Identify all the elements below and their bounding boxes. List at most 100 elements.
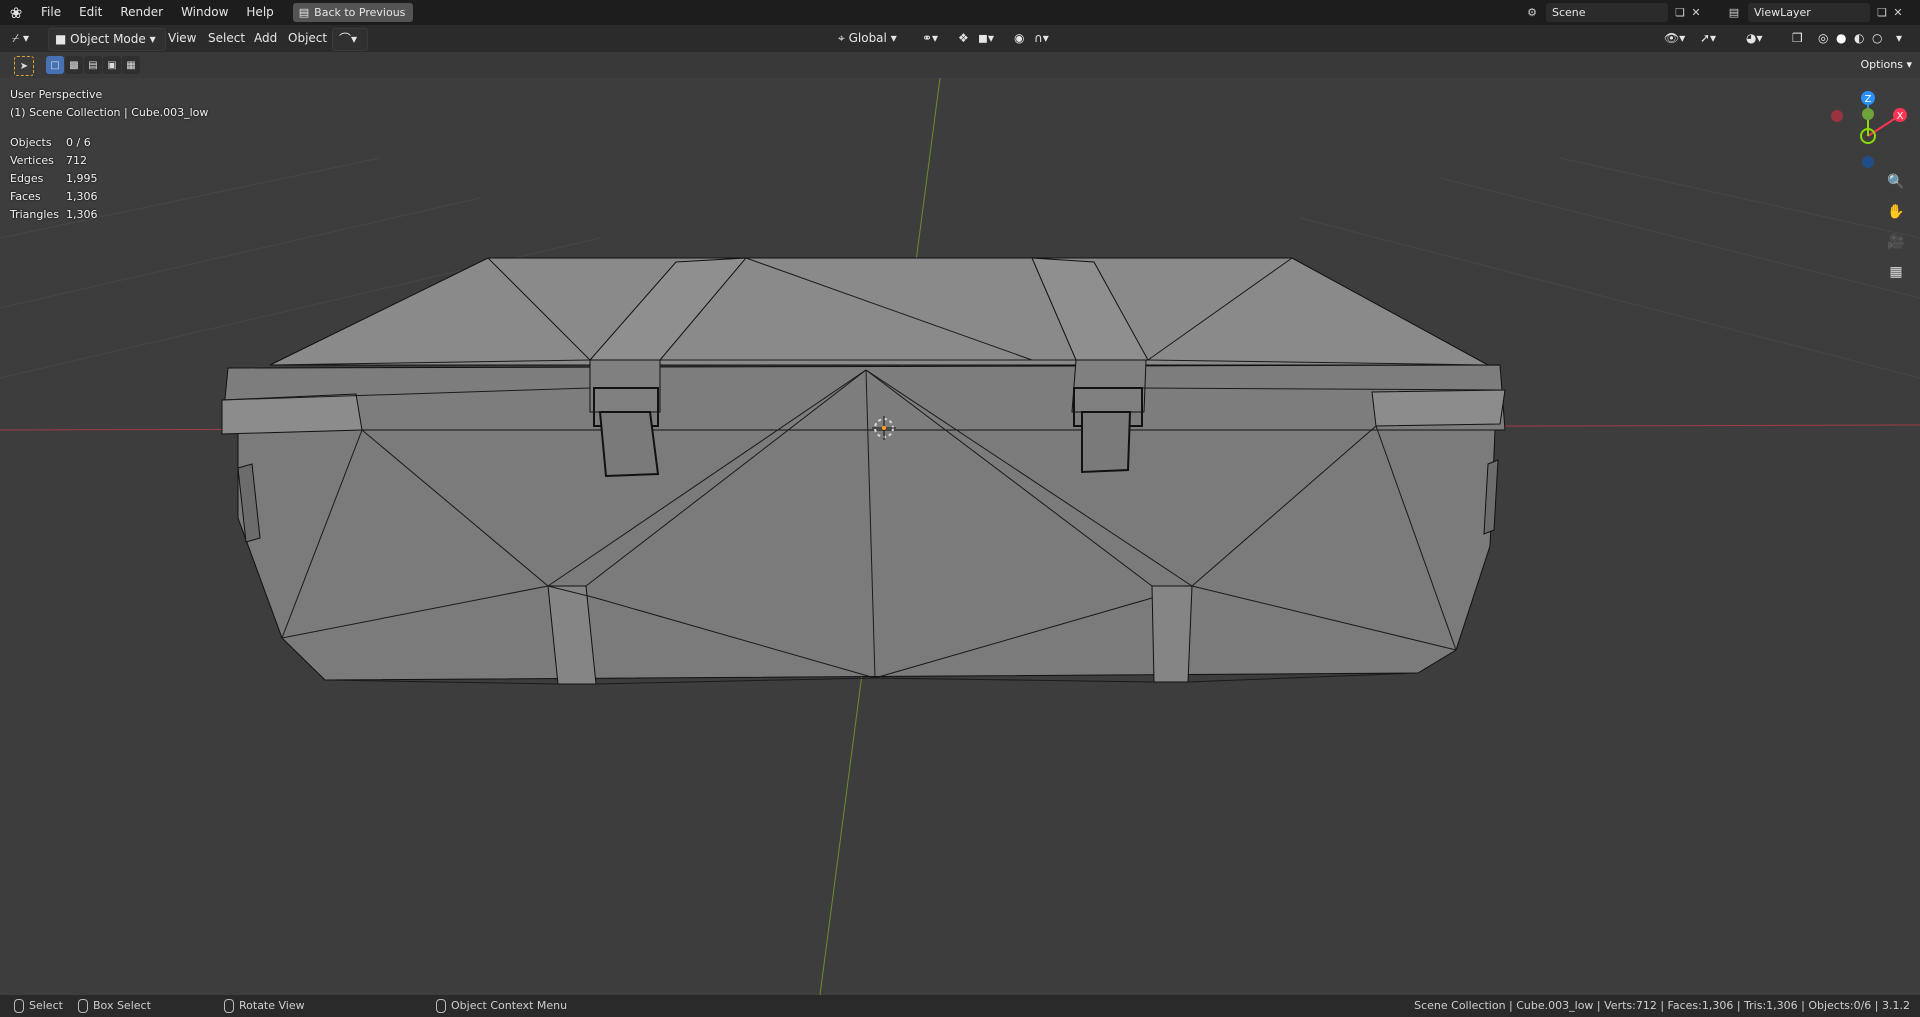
zoom-icon[interactable]: 🔍 (1884, 170, 1908, 194)
menu-add[interactable]: Add (254, 28, 277, 49)
menu-edit[interactable]: Edit (70, 0, 111, 25)
mouse-middle-icon (224, 999, 234, 1013)
snap-target-dropdown[interactable]: ◼▾ (978, 28, 994, 49)
shading-options-dropdown[interactable]: ▾ (1896, 28, 1902, 49)
stat-value: 712 (66, 154, 87, 167)
stat-label: Vertices (10, 154, 54, 167)
mode-difference-icon[interactable]: ▣ (103, 56, 121, 74)
object-mode-icon: ■ (55, 32, 67, 46)
viewport-header: ⌿ ▾ ■ Object Mode ▾ View Select Add Obje… (0, 25, 1920, 52)
menu-object[interactable]: Object (288, 28, 327, 49)
xray-toggle-icon[interactable]: ❒ (1792, 28, 1803, 49)
top-bar: ❀ File Edit Render Window Help ▤ Back to… (0, 0, 1920, 25)
3d-viewport[interactable]: User Perspective (1) Scene Collection | … (0, 78, 1920, 995)
chevron-down-icon: ▾ (890, 31, 897, 45)
mouse-left-icon (14, 999, 24, 1013)
transform-orientation-dropdown[interactable]: ⌖ Global ▾ (838, 28, 897, 49)
options-dropdown[interactable]: Options ▾ (1861, 58, 1912, 71)
overlay-toggle-icon[interactable]: ◕▾ (1746, 28, 1763, 49)
proportional-edit-icon[interactable]: ◉ (1014, 28, 1024, 49)
grid-perspective-icon[interactable]: ▦ (1884, 260, 1908, 284)
mouse-drag-icon (78, 999, 88, 1013)
menu-render[interactable]: Render (111, 0, 172, 25)
mouse-right-icon (436, 999, 446, 1013)
mode-set-icon[interactable]: □ (46, 56, 64, 74)
camera-icon[interactable]: 🎥 (1884, 230, 1908, 254)
status-rotate-view: Rotate View (224, 995, 305, 1017)
solid-shading-icon[interactable]: ● (1836, 28, 1846, 49)
select-box-tool-icon[interactable]: ➤ (14, 56, 34, 76)
stat-vertices: Vertices 712 (10, 152, 98, 170)
gizmo-neg-z-handle[interactable] (1862, 156, 1874, 168)
stat-objects: Objects 0 / 6 (10, 134, 98, 152)
visibility-dropdown[interactable]: 👁▾ (1664, 28, 1685, 49)
stat-value: 1,995 (66, 172, 98, 185)
mode-label: Object Mode (70, 32, 146, 46)
new-scene-icon[interactable]: ❏ (1672, 5, 1688, 21)
stat-label: Faces (10, 190, 41, 203)
tool-settings-bar: ➤ □ ▩ ▤ ▣ ▦ Options ▾ (0, 52, 1920, 78)
blender-logo-icon[interactable]: ❀ (0, 4, 32, 22)
view-layer-selector: ▤ ViewLayer ❏ ✕ (1726, 3, 1906, 22)
status-box-select-label: Box Select (93, 999, 151, 1012)
status-select-label: Select (29, 999, 63, 1012)
back-to-previous-button[interactable]: ▤ Back to Previous (292, 3, 414, 22)
status-context-menu: Object Context Menu (436, 995, 567, 1017)
gizmo-z-label: Z (1865, 94, 1872, 105)
scene-selector: ⚙ Scene ❏ ✕ (1524, 3, 1704, 22)
collection-label: (1) Scene Collection | Cube.003_low (10, 106, 209, 119)
chevron-down-icon: ▾ (149, 32, 156, 46)
scene-statistics: Objects 0 / 6 Vertices 712 Edges 1,995 Face… (10, 134, 98, 224)
orientation-icon: ⌖ (838, 31, 845, 45)
view-layer-name-field[interactable]: ViewLayer (1748, 3, 1870, 22)
gizmo-y-handle[interactable] (1862, 108, 1874, 120)
mode-intersect-icon[interactable]: ▦ (122, 56, 140, 74)
stat-value: 1,306 (66, 190, 98, 203)
pan-hand-icon[interactable]: ✋ (1884, 200, 1908, 224)
snap-toggle-icon[interactable]: ❖ (958, 28, 969, 49)
delete-scene-icon[interactable]: ✕ (1688, 5, 1704, 21)
gizmo-neg-x-handle[interactable] (1831, 110, 1843, 122)
back-to-previous-label: Back to Previous (314, 6, 406, 19)
menu-view[interactable]: View (168, 28, 196, 49)
chest-mesh (221, 257, 1506, 685)
wireframe-shading-icon[interactable]: ◎ (1818, 28, 1828, 49)
stat-label: Triangles (10, 208, 59, 221)
mode-extend-icon[interactable]: ▩ (65, 56, 83, 74)
scene-type-icon[interactable]: ⚙ (1524, 5, 1540, 21)
navigation-gizmo[interactable]: Z X (1820, 90, 1910, 170)
menu-help[interactable]: Help (237, 0, 282, 25)
orientation-label: Global (848, 31, 887, 45)
mode-subtract-icon[interactable]: ▤ (84, 56, 102, 74)
editor-type-dropdown[interactable]: ⌿ ▾ (12, 28, 29, 49)
back-icon: ▤ (298, 6, 310, 19)
status-select: Select (14, 995, 63, 1017)
stat-label: Edges (10, 172, 44, 185)
menu-file[interactable]: File (32, 0, 70, 25)
status-info: Scene Collection | Cube.003_low | Verts:… (1414, 999, 1910, 1012)
perspective-label: User Perspective (10, 88, 103, 101)
stat-value: 1,306 (66, 208, 98, 221)
mode-dropdown[interactable]: ■ Object Mode ▾ (48, 28, 166, 51)
stat-triangles: Triangles 1,306 (10, 206, 98, 224)
delete-view-layer-icon[interactable]: ✕ (1890, 5, 1906, 21)
gpencil-dropdown[interactable]: ⌒▾ (332, 28, 368, 51)
gizmo-toggle-icon[interactable]: ➚▾ (1700, 28, 1716, 49)
scene-name-field[interactable]: Scene (1546, 3, 1668, 22)
material-shading-icon[interactable]: ◐ (1854, 28, 1864, 49)
scene-render (0, 78, 1920, 995)
stat-value: 0 / 6 (66, 136, 91, 149)
new-view-layer-icon[interactable]: ❏ (1874, 5, 1890, 21)
rendered-shading-icon[interactable]: ○ (1872, 28, 1882, 49)
options-label: Options (1860, 58, 1903, 71)
stat-faces: Faces 1,306 (10, 188, 98, 206)
stat-label: Objects (10, 136, 52, 149)
pivot-point-icon[interactable]: ⚭▾ (922, 28, 938, 49)
status-rotate-label: Rotate View (239, 999, 305, 1012)
status-box-select: Box Select (78, 995, 151, 1017)
menu-select[interactable]: Select (208, 28, 245, 49)
status-context-label: Object Context Menu (451, 999, 568, 1012)
menu-window[interactable]: Window (172, 0, 237, 25)
falloff-icon[interactable]: ∩▾ (1034, 28, 1049, 49)
view-layer-icon[interactable]: ▤ (1726, 5, 1742, 21)
